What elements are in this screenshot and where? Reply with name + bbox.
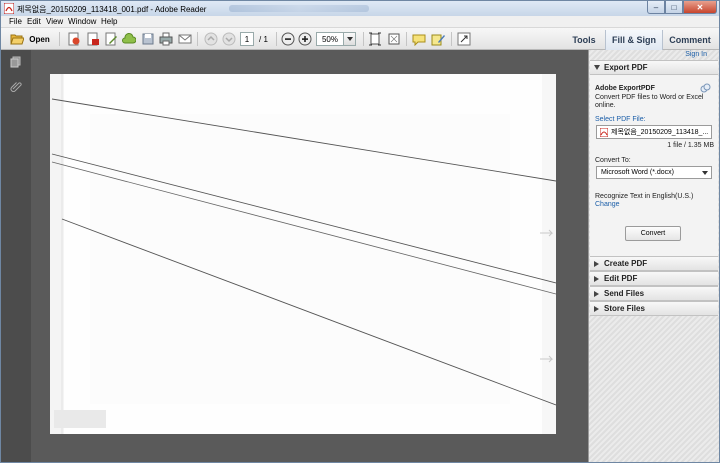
adobe-reader-icon — [4, 3, 14, 14]
title-bar: 제목없음_20150209_113418_001.pdf - Adobe Rea… — [1, 1, 719, 16]
right-task-pane: Sign In Export PDF Adobe ExportPDF Conve… — [588, 50, 719, 462]
fit-page-icon[interactable] — [368, 32, 382, 46]
menu-help[interactable]: Help — [101, 17, 117, 26]
open-label: Open — [29, 34, 50, 44]
zoom-in-icon[interactable] — [298, 32, 312, 46]
close-button[interactable]: ✕ — [683, 1, 717, 14]
sign-in-link[interactable]: Sign In — [685, 51, 707, 58]
sticky-note-icon[interactable] — [412, 32, 426, 46]
menu-edit[interactable]: Edit — [27, 17, 41, 26]
previous-page-icon[interactable] — [204, 32, 218, 46]
zoom-out-icon[interactable] — [281, 32, 295, 46]
convert-format-select[interactable]: Microsoft Word (*.docx) — [596, 166, 712, 179]
page-total: / 1 — [259, 35, 268, 44]
page-thumbnails-icon[interactable] — [10, 56, 22, 68]
chevron-right-icon — [594, 291, 599, 297]
selected-file-field[interactable]: 제목없음_20150209_113418_... — [596, 125, 712, 139]
cloud-upload-icon[interactable] — [122, 32, 136, 46]
export-pdf-title: Export PDF — [604, 63, 648, 72]
send-files-header[interactable]: Send Files — [590, 286, 718, 301]
send-files-title: Send Files — [604, 289, 645, 298]
navigation-pane — [1, 50, 31, 462]
convert-button[interactable]: Convert — [625, 226, 681, 241]
chevron-down-icon — [702, 171, 708, 175]
select-pdf-label: Select PDF File: — [595, 116, 646, 123]
adobe-cloud-icon — [700, 83, 711, 93]
blurred-title-area — [229, 5, 369, 12]
highlight-icon[interactable] — [431, 32, 445, 46]
email-icon[interactable] — [178, 32, 192, 46]
convert-format-value: Microsoft Word (*.docx) — [601, 169, 674, 176]
menu-bar: File Edit View Window Help — [1, 16, 719, 28]
recognize-text-label: Recognize Text in English(U.S.) — [595, 193, 694, 200]
edit-pdf-header[interactable]: Edit PDF — [590, 271, 718, 286]
save-icon[interactable] — [141, 32, 155, 46]
create-pdf-header[interactable]: Create PDF — [590, 256, 718, 271]
scanned-page-content — [50, 74, 557, 434]
tab-tools[interactable]: Tools — [569, 32, 599, 48]
chevron-right-icon — [594, 276, 599, 282]
edit-pdf-title: Edit PDF — [604, 274, 638, 283]
change-language-link[interactable]: Change — [595, 201, 620, 208]
menu-file[interactable]: File — [9, 17, 22, 26]
menu-view[interactable]: View — [46, 17, 63, 26]
window-title: 제목없음_20150209_113418_001.pdf - Adobe Rea… — [17, 5, 207, 14]
menu-window[interactable]: Window — [68, 17, 96, 26]
minimize-button[interactable]: ‒ — [647, 1, 665, 14]
service-description-line1: Convert PDF files to Word or Excel — [595, 94, 704, 101]
export-pdf-header[interactable]: Export PDF — [590, 60, 718, 75]
store-files-header[interactable]: Store Files — [590, 301, 718, 316]
convert-to-label: Convert To: — [595, 157, 631, 164]
tab-fill-sign[interactable]: Fill & Sign — [605, 32, 663, 48]
full-screen-icon[interactable] — [387, 32, 401, 46]
file-info: 1 file / 1.35 MB — [667, 142, 714, 149]
page-number-input[interactable]: 1 — [240, 32, 254, 46]
expand-tools-icon[interactable] — [457, 32, 471, 46]
create-pdf-title: Create PDF — [604, 259, 648, 268]
service-title: Adobe ExportPDF — [595, 85, 655, 92]
print-icon[interactable] — [159, 32, 173, 46]
zoom-dropdown-button[interactable] — [344, 32, 356, 46]
chevron-down-icon — [346, 37, 353, 41]
pdf-page — [50, 74, 557, 434]
chevron-right-icon — [594, 261, 599, 267]
chevron-right-icon — [594, 306, 599, 312]
attachments-icon[interactable] — [10, 80, 22, 92]
maximize-button[interactable]: □ — [665, 1, 683, 14]
service-description-line2: online. — [595, 102, 616, 109]
next-page-icon[interactable] — [222, 32, 236, 46]
pdf-file-icon — [600, 128, 608, 137]
chevron-down-icon — [594, 65, 600, 70]
toolbar: Open 1 / 1 50% Tools Fill & Sign Comment — [1, 28, 719, 50]
edit-document-icon[interactable] — [104, 32, 118, 46]
folder-icon — [10, 34, 25, 45]
open-button[interactable]: Open — [9, 32, 51, 46]
tab-comment[interactable]: Comment — [666, 32, 714, 48]
export-pdf-icon[interactable] — [86, 32, 100, 46]
zoom-input[interactable]: 50% — [316, 32, 344, 46]
app-window: 제목없음_20150209_113418_001.pdf - Adobe Rea… — [0, 0, 720, 463]
store-files-title: Store Files — [604, 304, 645, 313]
selected-file-name: 제목없음_20150209_113418_... — [611, 129, 709, 136]
export-pdf-body: Adobe ExportPDF Convert PDF files to Wor… — [590, 75, 718, 261]
create-pdf-icon[interactable] — [67, 32, 81, 46]
